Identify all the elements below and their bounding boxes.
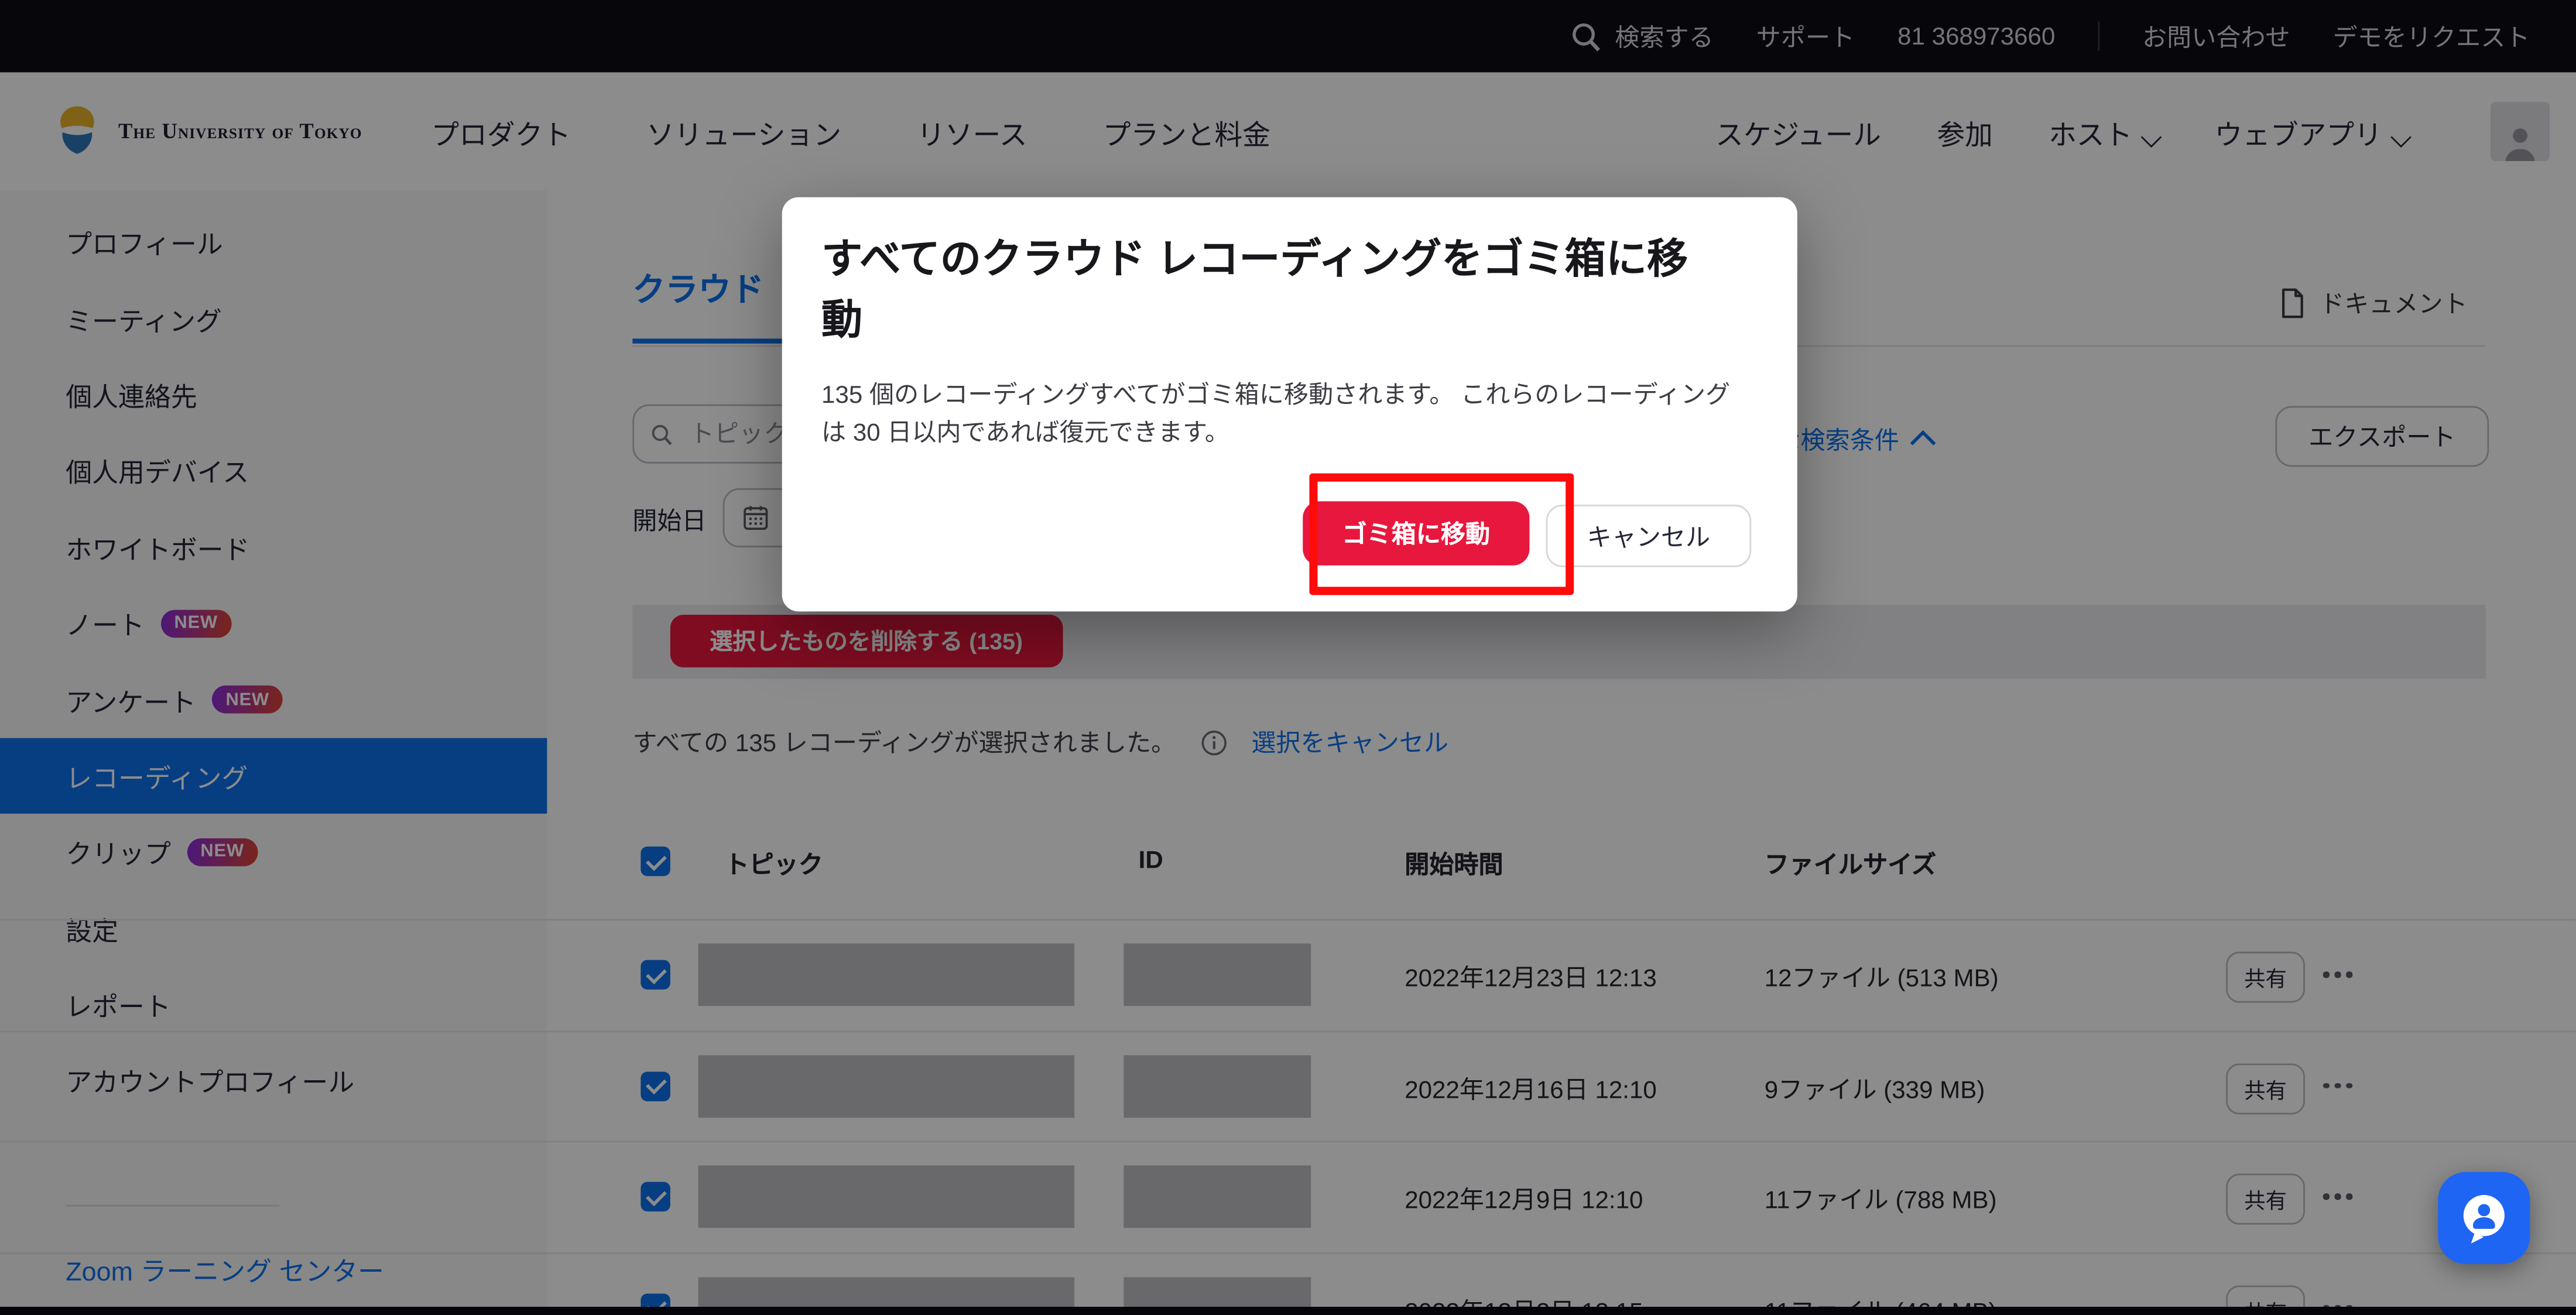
- move-to-trash-modal: すべてのクラウド レコーディングをゴミ箱に移動 135 個のレコーディングすべて…: [782, 197, 1797, 611]
- modal-title: すべてのクラウド レコーディングをゴミ箱に移動: [821, 230, 1722, 352]
- page: 検索する サポート 81 368973660 お問い合わせ デモをリクエスト T…: [0, 0, 2576, 1315]
- chat-support-button[interactable]: [2438, 1172, 2530, 1264]
- modal-body-text: 135 個のレコーディングすべてがゴミ箱に移動されます。 これらのレコーディング…: [821, 378, 1735, 452]
- cancel-button[interactable]: キャンセル: [1546, 505, 1752, 567]
- chat-bubble-icon: [2454, 1189, 2513, 1248]
- action-highlight-box: [1309, 474, 1574, 595]
